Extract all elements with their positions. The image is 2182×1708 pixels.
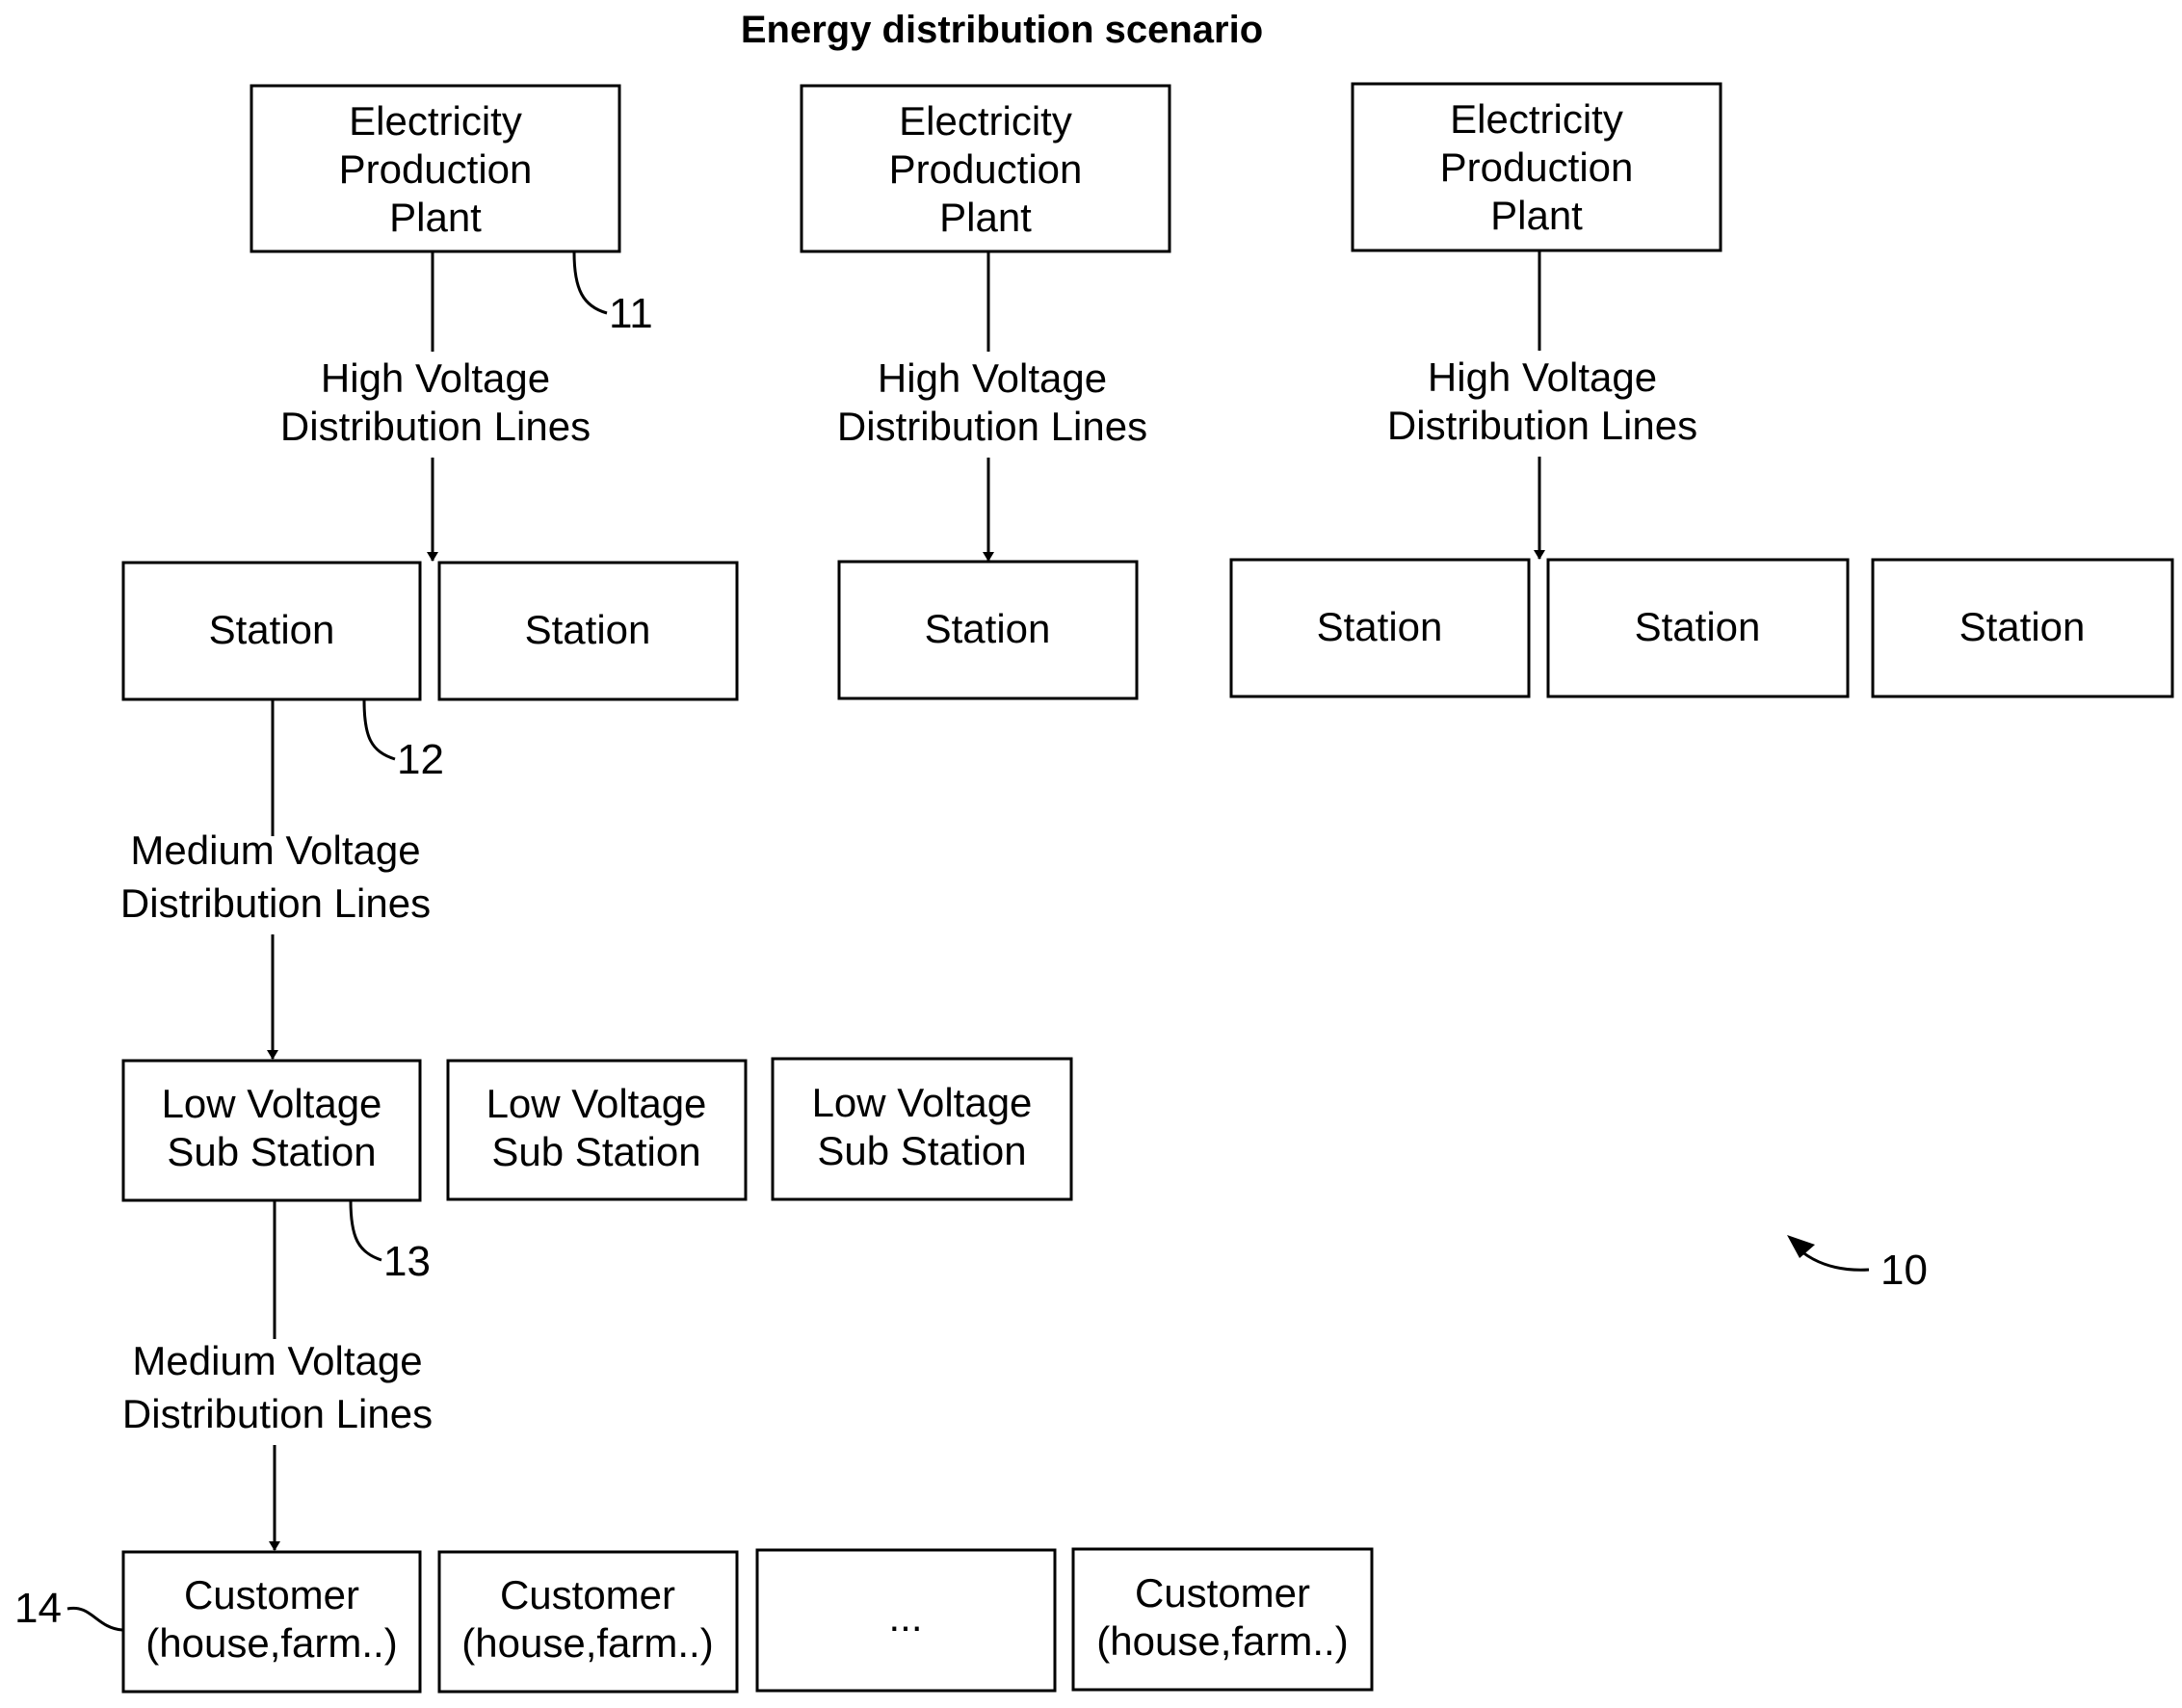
high-voltage-label-line: High Voltage bbox=[321, 355, 550, 401]
customer-label-line: (house,farm..) bbox=[1096, 1618, 1348, 1664]
plant-label-line: Production bbox=[889, 146, 1083, 192]
station-label: Station bbox=[209, 607, 335, 652]
plant-reference-leader bbox=[572, 251, 608, 315]
customer-box: Customer (house,farm..) bbox=[437, 1550, 739, 1694]
plant-label-line: Electricity bbox=[1450, 96, 1623, 142]
plant-label-line: Electricity bbox=[349, 98, 522, 144]
substation-box: Low Voltage Sub Station bbox=[446, 1059, 748, 1201]
medium-voltage-label-line: Medium Voltage bbox=[130, 828, 420, 873]
station-box: Station bbox=[1229, 558, 1531, 698]
plant-label-line: Plant bbox=[939, 195, 1032, 240]
station-label: Station bbox=[925, 606, 1051, 651]
customer-reference-numeral: 14 bbox=[14, 1585, 62, 1632]
substation-label-line: Sub Station bbox=[817, 1128, 1026, 1173]
station-label: Station bbox=[1959, 604, 2086, 649]
medium-voltage-label-line: Distribution Lines bbox=[122, 1391, 433, 1436]
customer-label-line: Customer bbox=[184, 1572, 359, 1617]
plant-label-line: Production bbox=[339, 146, 533, 192]
plant-box: Electricity Production Plant bbox=[250, 84, 621, 253]
high-voltage-label-line: Distribution Lines bbox=[280, 404, 591, 449]
customer-label-line: (house,farm..) bbox=[461, 1620, 713, 1666]
ellipsis-label: ... bbox=[888, 1594, 922, 1640]
station-label: Station bbox=[1317, 604, 1443, 649]
system-reference-numeral: 10 bbox=[1880, 1247, 1928, 1294]
diagram-title: Energy distribution scenario bbox=[741, 9, 1263, 51]
customer-label-line: (house,farm..) bbox=[145, 1620, 397, 1666]
station-box: Station bbox=[437, 561, 739, 701]
customer-box-ellipsis: ... bbox=[755, 1548, 1057, 1693]
station-box: Station bbox=[837, 560, 1139, 700]
station-box: Station bbox=[1546, 558, 1850, 698]
medium-voltage-label-line: Distribution Lines bbox=[120, 880, 431, 926]
energy-distribution-diagram: Energy distribution scenario Electricity… bbox=[14, 9, 2174, 1694]
plant-box: Electricity Production Plant bbox=[1351, 82, 1722, 252]
substation-box: Low Voltage Sub Station bbox=[121, 1059, 422, 1202]
substation-label-line: Low Voltage bbox=[486, 1081, 707, 1126]
station-reference-numeral: 12 bbox=[397, 736, 444, 783]
customer-box: Customer (house,farm..) bbox=[1071, 1547, 1374, 1692]
plant-label-line: Production bbox=[1440, 145, 1634, 190]
plant-reference-numeral: 11 bbox=[609, 290, 653, 337]
substation-reference-leader bbox=[349, 1199, 382, 1262]
substation-label-line: Low Voltage bbox=[812, 1080, 1033, 1125]
station-reference-leader bbox=[362, 699, 396, 761]
plant-label-line: Electricity bbox=[899, 98, 1072, 144]
medium-voltage-label-line: Medium Voltage bbox=[132, 1338, 422, 1383]
customer-label-line: Customer bbox=[1135, 1570, 1310, 1616]
station-label: Station bbox=[525, 607, 651, 652]
substation-label-line: Sub Station bbox=[491, 1129, 700, 1174]
high-voltage-label-line: Distribution Lines bbox=[1387, 403, 1697, 448]
high-voltage-label-line: High Voltage bbox=[878, 355, 1107, 401]
high-voltage-label-line: Distribution Lines bbox=[837, 404, 1147, 449]
substation-label-line: Sub Station bbox=[167, 1129, 376, 1174]
plant-box: Electricity Production Plant bbox=[800, 84, 1171, 253]
plant-label-line: Plant bbox=[1490, 193, 1583, 238]
plant-label-line: Plant bbox=[389, 195, 482, 240]
customer-label-line: Customer bbox=[500, 1572, 675, 1617]
customer-reference-leader bbox=[66, 1606, 123, 1632]
customer-box: Customer (house,farm..) bbox=[121, 1550, 422, 1694]
station-box: Station bbox=[1871, 558, 2174, 698]
station-box: Station bbox=[121, 561, 422, 701]
system-reference-arrowhead bbox=[1787, 1235, 1815, 1258]
substation-label-line: Low Voltage bbox=[162, 1081, 382, 1126]
station-label: Station bbox=[1635, 604, 1761, 649]
high-voltage-label-line: High Voltage bbox=[1428, 355, 1657, 400]
substation-box: Low Voltage Sub Station bbox=[771, 1057, 1073, 1201]
substation-reference-numeral: 13 bbox=[383, 1238, 431, 1285]
